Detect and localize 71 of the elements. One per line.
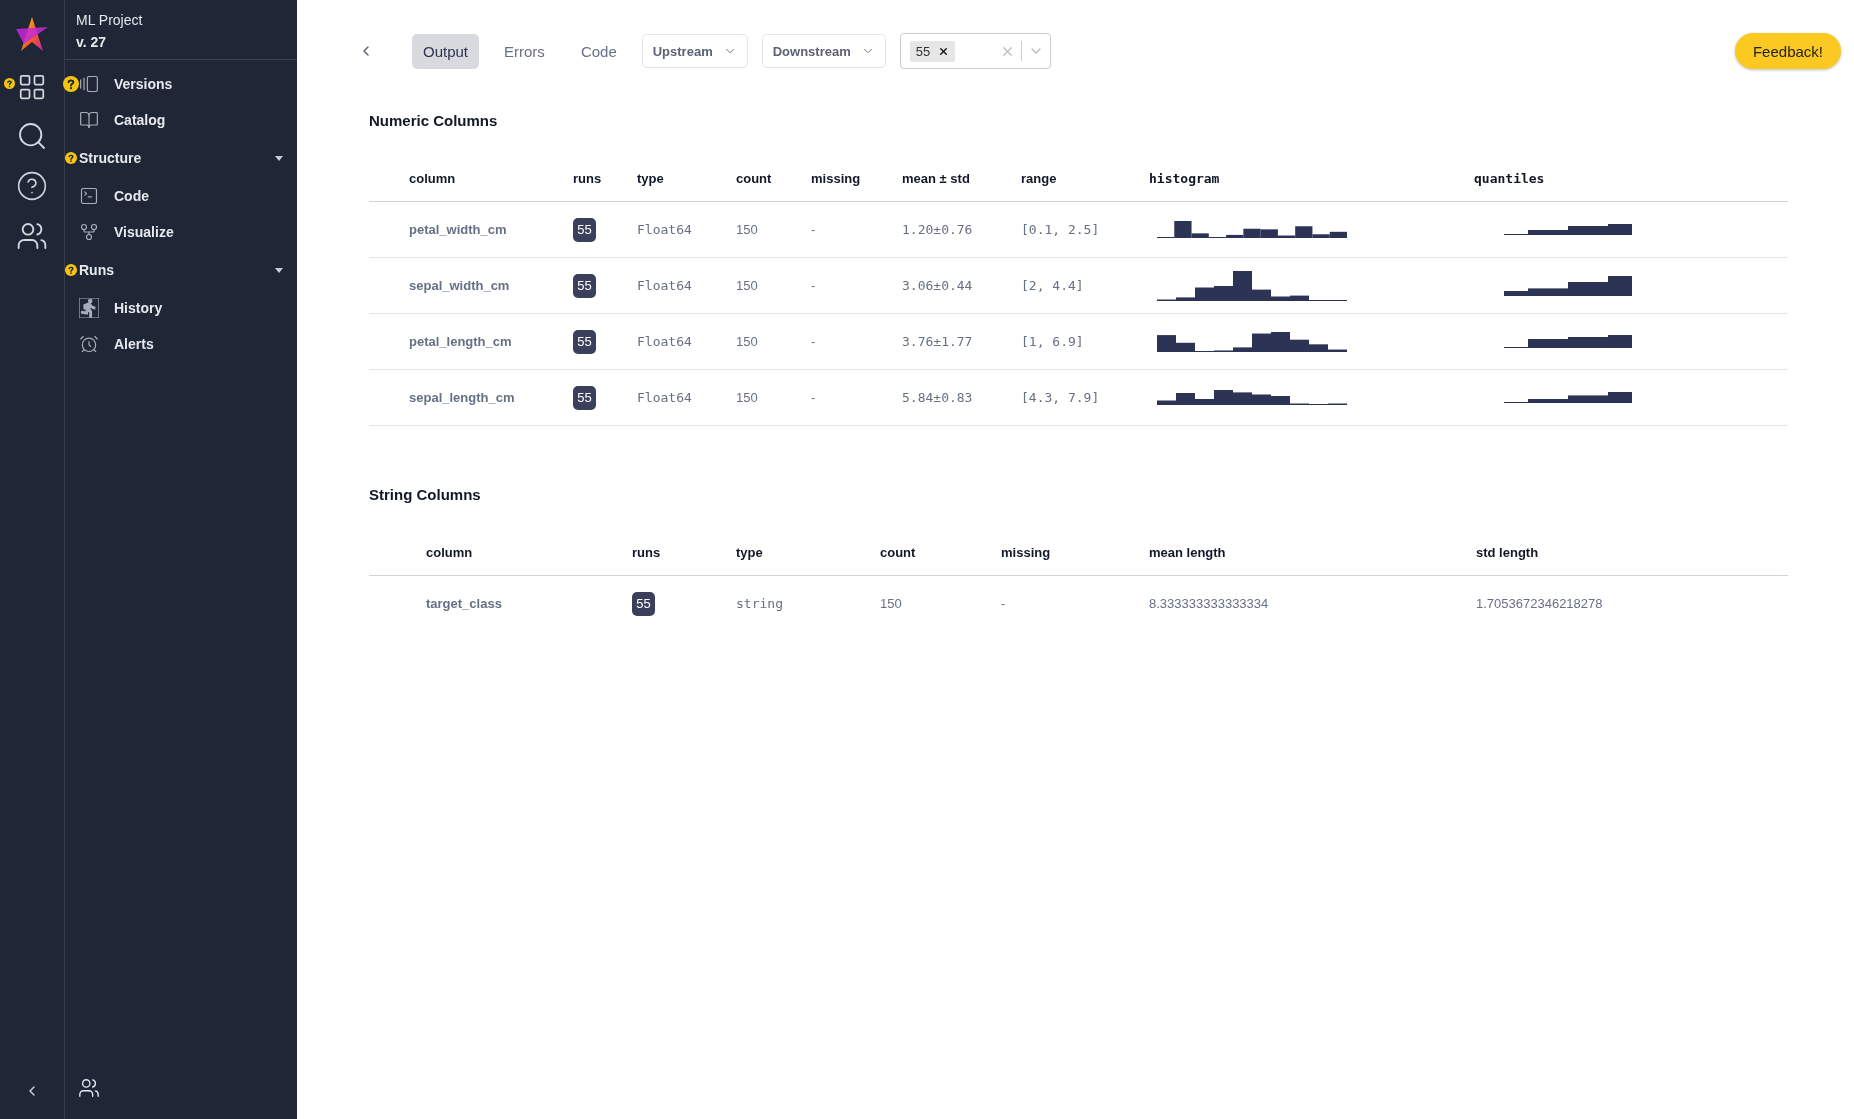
table-cell-text: 3.06±0.44 bbox=[902, 278, 974, 293]
column-header: missing bbox=[1001, 544, 1052, 560]
column-header: runs bbox=[573, 170, 603, 186]
table-cell-text: 3.76±1.77 bbox=[902, 334, 974, 349]
column-header: histogram bbox=[1149, 170, 1221, 186]
project-name: ML Project bbox=[76, 12, 144, 28]
column-header: column bbox=[426, 544, 474, 560]
table-cell-text: - bbox=[811, 278, 817, 293]
feedback-button[interactable]: Feedback! bbox=[1734, 33, 1841, 69]
column-header: count bbox=[736, 170, 773, 186]
sidebar-item[interactable]: Catalog bbox=[65, 102, 297, 138]
sidebar-section[interactable]: Runs bbox=[65, 250, 297, 290]
runs-badge: 55 bbox=[573, 217, 596, 242]
table-cell-text: 5.84±0.83 bbox=[902, 390, 974, 405]
table-cell-text: Float64 bbox=[637, 222, 693, 237]
table-cell-text: 1.7053672346218278 bbox=[1476, 596, 1604, 611]
table-cell-text: 1.20±0.76 bbox=[902, 222, 974, 237]
section-title: Numeric Columns bbox=[369, 112, 499, 129]
sidebar-item[interactable]: Versions bbox=[65, 66, 297, 102]
table-cell-text: target_class bbox=[426, 596, 503, 611]
runs-badge: 55 bbox=[632, 591, 655, 616]
sidebar-section[interactable]: Structure bbox=[65, 138, 297, 178]
run-select-field[interactable]: 55 bbox=[899, 33, 1051, 69]
table-cell-text: - bbox=[811, 334, 817, 349]
table-cell-text: [2, 4.4] bbox=[1021, 278, 1085, 293]
table-cell-text: - bbox=[1001, 596, 1007, 611]
run-chip: 55 bbox=[909, 40, 956, 62]
runs-badge: 55 bbox=[573, 273, 596, 298]
sidebar-item[interactable]: Visualize bbox=[65, 214, 297, 250]
table-cell-text: [0.1, 2.5] bbox=[1021, 222, 1101, 237]
column-header: mean length bbox=[1149, 544, 1227, 560]
runs-badge: 55 bbox=[573, 329, 596, 354]
runs-badge: 55 bbox=[573, 385, 596, 410]
table-cell-text: [4.3, 7.9] bbox=[1021, 390, 1101, 405]
table-cell-text: string bbox=[736, 596, 784, 611]
table-cell-text: Float64 bbox=[637, 390, 693, 405]
table-cell-text: sepal_length_cm bbox=[409, 390, 516, 405]
table-cell-text: petal_length_cm bbox=[409, 334, 513, 349]
column-header: mean ± std bbox=[902, 170, 971, 186]
table-cell-text: 150 bbox=[736, 390, 759, 405]
view-tab[interactable]: Code bbox=[569, 33, 628, 69]
section-title: String Columns bbox=[369, 486, 482, 503]
filter-dropdown[interactable]: Downstream bbox=[761, 34, 886, 68]
table-cell-text: 150 bbox=[736, 334, 759, 349]
view-tab[interactable]: Output bbox=[412, 33, 480, 69]
column-header: missing bbox=[811, 170, 862, 186]
column-header: range bbox=[1021, 170, 1058, 186]
table-cell-text: 150 bbox=[880, 596, 903, 611]
table-cell-text: - bbox=[811, 222, 817, 237]
table-cell-text: 8.333333333333334 bbox=[1149, 596, 1270, 611]
table-cell-text: Float64 bbox=[637, 278, 693, 293]
table-cell-text: 150 bbox=[736, 278, 759, 293]
column-header: count bbox=[880, 544, 917, 560]
column-header: column bbox=[409, 170, 457, 186]
filter-dropdown[interactable]: Upstream bbox=[641, 34, 748, 68]
table-cell-text: Float64 bbox=[637, 334, 693, 349]
table-cell-text: - bbox=[811, 390, 817, 405]
column-header: std length bbox=[1476, 544, 1540, 560]
table-cell-text: [1, 6.9] bbox=[1021, 334, 1085, 349]
column-header: quantiles bbox=[1474, 170, 1546, 186]
view-tab[interactable]: Errors bbox=[493, 33, 556, 69]
column-header: runs bbox=[632, 544, 662, 560]
column-header: type bbox=[637, 170, 665, 186]
table-cell-text: 150 bbox=[736, 222, 759, 237]
project-version: v. 27 bbox=[76, 34, 108, 50]
table-cell-text: sepal_width_cm bbox=[409, 278, 511, 293]
sidebar-item[interactable]: Alerts bbox=[65, 326, 297, 362]
table-cell-text: petal_width_cm bbox=[409, 222, 508, 237]
sidebar-item[interactable]: Code bbox=[65, 178, 297, 214]
sidebar-item[interactable]: History bbox=[65, 290, 297, 326]
column-header: type bbox=[736, 544, 764, 560]
